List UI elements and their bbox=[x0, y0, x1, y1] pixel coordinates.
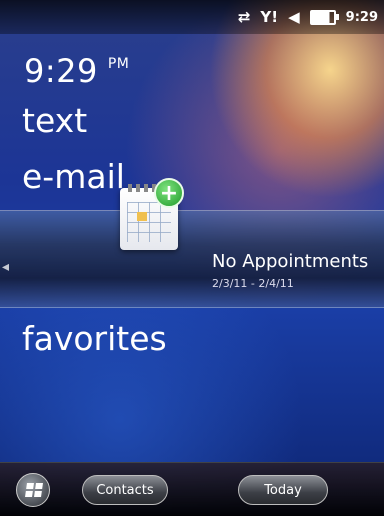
today-button[interactable]: Today bbox=[238, 475, 328, 505]
add-plus-icon[interactable]: + bbox=[154, 178, 184, 208]
menu-item-favorites[interactable]: favorites bbox=[22, 322, 167, 355]
windows-flag-icon bbox=[25, 483, 43, 497]
calendar-panel[interactable]: ◂ No Appointments 2/3/11 - 2/4/11 bbox=[0, 210, 384, 308]
appointments-title: No Appointments bbox=[212, 251, 369, 272]
appointments-dates: 2/3/11 - 2/4/11 bbox=[212, 277, 294, 290]
signal-icon: Y! bbox=[260, 7, 279, 26]
volume-icon: ◀ bbox=[288, 7, 300, 26]
clock-time: 9:29 bbox=[24, 52, 98, 90]
calendar-day-mark bbox=[137, 212, 147, 221]
calendar-grid bbox=[127, 202, 171, 242]
soft-key-bar: Contacts Today bbox=[0, 462, 384, 516]
menu-item-email[interactable]: e-mail bbox=[22, 160, 125, 193]
status-bar[interactable]: ⇄ Y! ◀ 9:29 bbox=[0, 0, 384, 34]
windows-start-icon[interactable] bbox=[16, 473, 50, 507]
clock-ampm: PM bbox=[107, 56, 130, 72]
menu-item-text[interactable]: text bbox=[22, 104, 87, 137]
contacts-button[interactable]: Contacts bbox=[82, 475, 168, 505]
sync-arrows-icon: ⇄ bbox=[237, 7, 251, 26]
status-time: 9:29 bbox=[345, 9, 378, 25]
battery-icon bbox=[309, 9, 339, 25]
chevron-left-icon[interactable]: ◂ bbox=[2, 259, 9, 275]
home-clock[interactable]: 9:29 PM bbox=[24, 52, 129, 90]
